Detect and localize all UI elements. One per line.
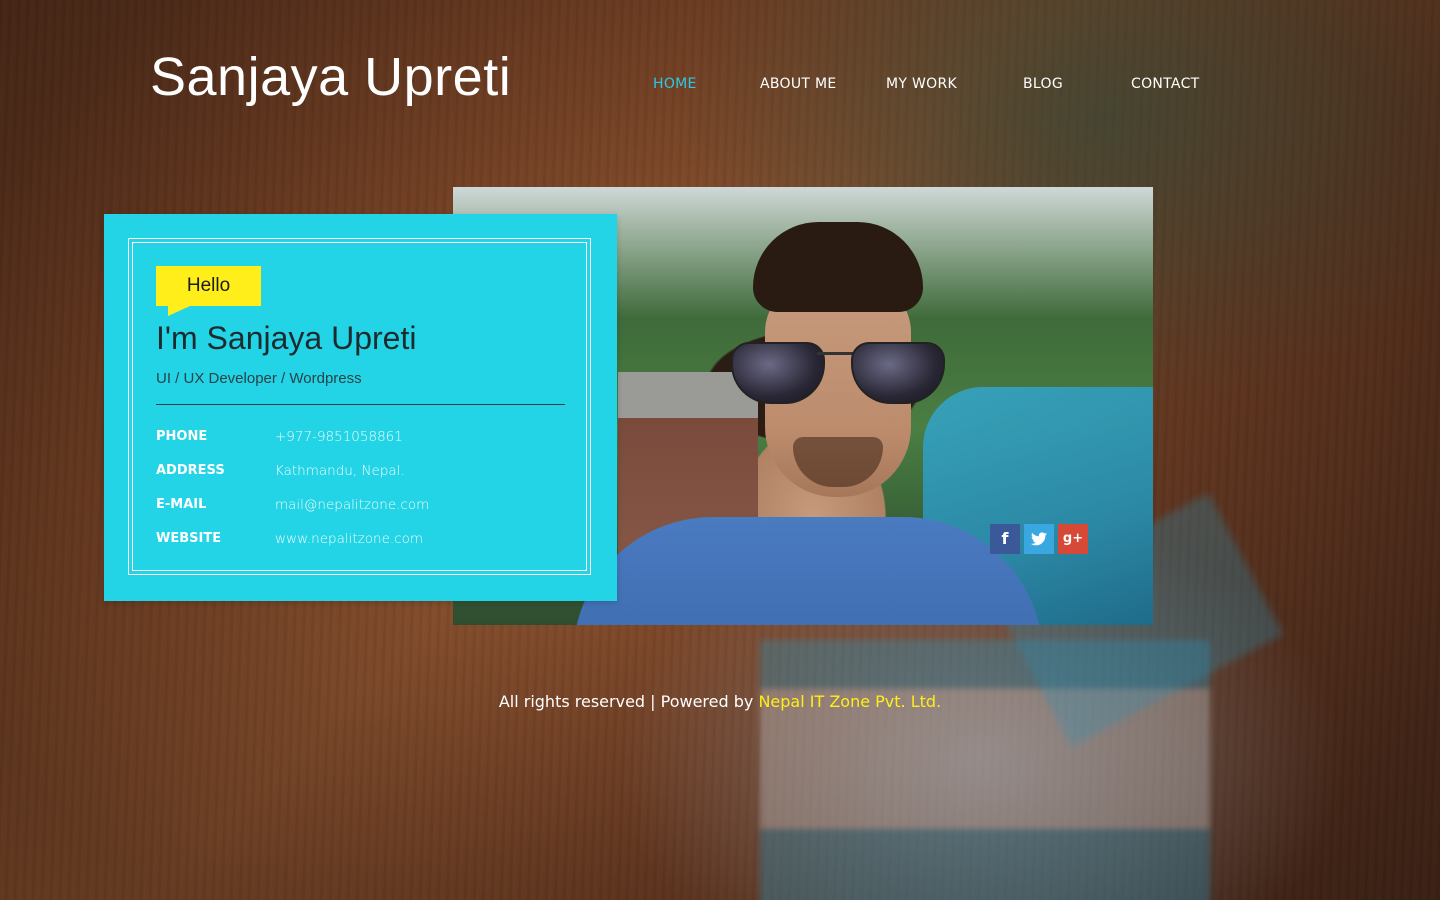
info-row-address: ADDRESS Kathmandu, Nepal.: [156, 463, 565, 483]
photo-person: [731, 222, 945, 522]
footer-text: All rights reserved | Powered by: [498, 692, 759, 711]
main-nav: HOME ABOUT ME MY WORK BLOG CONTACT: [0, 76, 1440, 96]
footer: All rights reserved | Powered by Nepal I…: [0, 692, 1440, 711]
info-value-phone[interactable]: +977-9851058861: [275, 429, 403, 445]
profile-card: Hello I'm Sanjaya Upreti UI / UX Develop…: [104, 214, 617, 601]
facebook-icon[interactable]: f: [990, 524, 1020, 554]
info-label: WEBSITE: [156, 531, 222, 546]
profile-name: I'm Sanjaya Upreti: [156, 320, 417, 356]
info-row-phone: PHONE +977-9851058861: [156, 429, 565, 449]
nav-home[interactable]: HOME: [653, 76, 697, 92]
info-row-email: E-MAIL mail@nepalitzone.com: [156, 497, 565, 517]
sunglasses: [731, 342, 945, 404]
twitter-icon[interactable]: [1024, 524, 1054, 554]
info-label: PHONE: [156, 429, 208, 444]
info-value-address: Kathmandu, Nepal.: [275, 463, 405, 479]
nav-my-work[interactable]: MY WORK: [886, 76, 957, 92]
hello-badge: Hello: [156, 266, 261, 306]
info-value-website[interactable]: www.nepalitzone.com: [275, 531, 423, 547]
nav-about-me[interactable]: ABOUT ME: [760, 76, 837, 92]
google-plus-icon[interactable]: g+: [1058, 524, 1088, 554]
hello-badge-tail: [168, 306, 190, 316]
nav-blog[interactable]: BLOG: [1023, 76, 1063, 92]
footer-company-link[interactable]: Nepal IT Zone Pvt. Ltd.: [758, 692, 941, 711]
info-label: ADDRESS: [156, 463, 225, 478]
twitter-bird-icon: [1031, 532, 1047, 546]
profile-role: UI / UX Developer / Wordpress: [156, 370, 362, 387]
divider: [156, 404, 565, 405]
info-row-website: WEBSITE www.nepalitzone.com: [156, 531, 565, 551]
nav-contact[interactable]: CONTACT: [1131, 76, 1200, 92]
info-label: E-MAIL: [156, 497, 207, 512]
info-value-email[interactable]: mail@nepalitzone.com: [275, 497, 429, 513]
